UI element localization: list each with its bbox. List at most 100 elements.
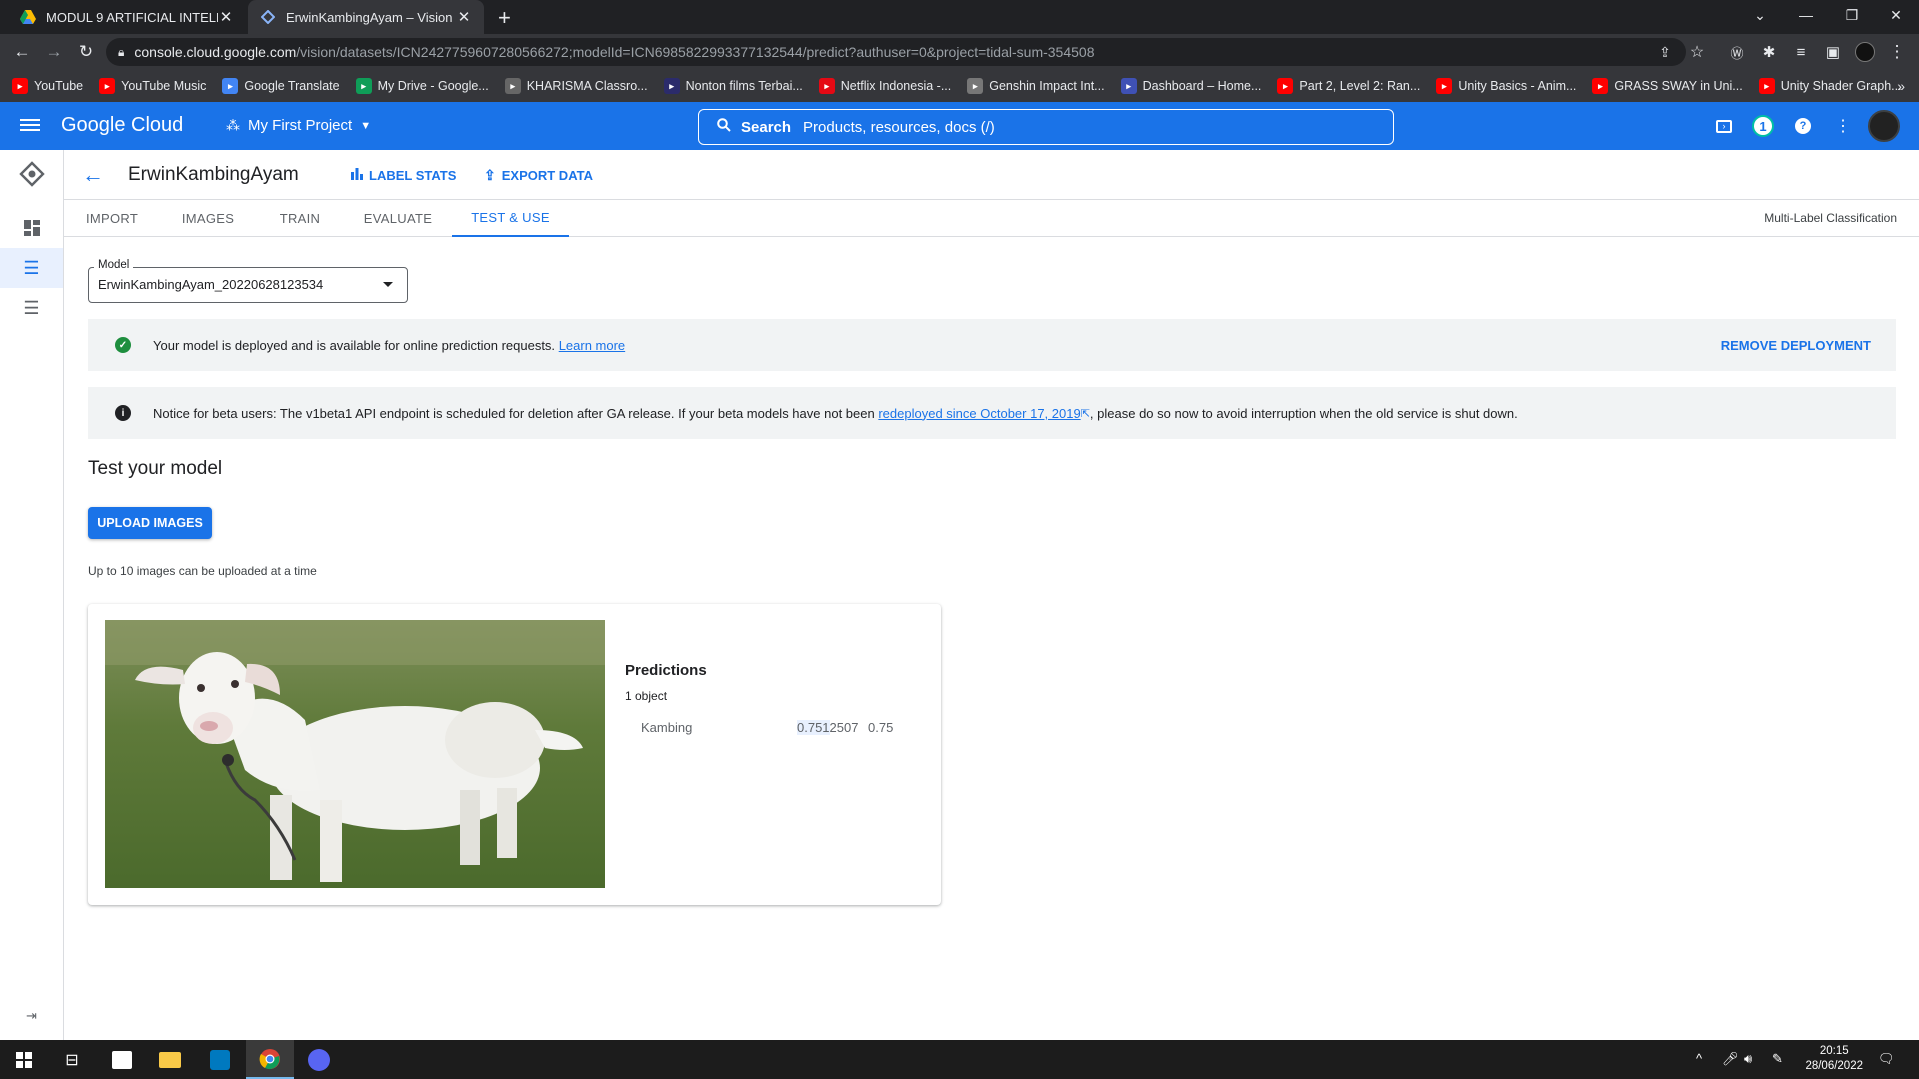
bookmark-item[interactable]: ▸ Unity Shader Graph... xyxy=(1758,78,1902,94)
reload-icon[interactable]: ↻ xyxy=(74,40,98,64)
tray-expand-icon[interactable]: ^ xyxy=(1696,1051,1702,1066)
bookmark-item[interactable]: ▸ KHARISMA Classro... xyxy=(504,78,648,94)
chrome-icon[interactable] xyxy=(246,1040,294,1079)
back-icon[interactable]: ← xyxy=(10,40,34,64)
models-list-icon[interactable]: ☰ xyxy=(0,288,63,328)
close-tab-icon[interactable]: ✕ xyxy=(456,8,472,26)
bookmark-item[interactable]: ▸ Google Translate xyxy=(222,78,340,94)
minimize-icon[interactable]: — xyxy=(1783,0,1829,30)
search-placeholder: Products, resources, docs (/) xyxy=(803,118,995,136)
pen-icon[interactable]: ✎ xyxy=(1772,1051,1783,1067)
profile-avatar[interactable] xyxy=(1853,40,1877,64)
bookmark-label: Netflix Indonesia -... xyxy=(840,79,952,93)
label-stats-button[interactable]: LABEL STATS xyxy=(351,167,456,183)
browser-tab-strip: MODUL 9 ARTIFICIAL INTELLIGEN ✕ ErwinKam… xyxy=(0,0,1919,34)
expand-rail-icon[interactable]: ⇥ xyxy=(26,1008,37,1024)
learn-more-link[interactable]: Learn more xyxy=(559,338,625,353)
search-bar[interactable]: Search Products, resources, docs (/) xyxy=(698,109,1394,145)
bookmark-item[interactable]: ▸ Unity Basics - Anim... xyxy=(1436,78,1576,94)
store-icon[interactable] xyxy=(108,1046,136,1074)
prediction-result-card: Predictions 1 object Kambing 0.7512507 0… xyxy=(88,604,941,905)
left-nav-rail: ☰ ☰ xyxy=(0,150,64,1040)
export-data-button[interactable]: ⇪ EXPORT DATA xyxy=(484,167,593,184)
share-icon[interactable]: ⇪ xyxy=(1653,40,1677,64)
discord-icon[interactable] xyxy=(305,1046,333,1074)
uploaded-goat-image xyxy=(105,620,605,888)
bookmark-item[interactable]: ▸ Part 2, Level 2: Ran... xyxy=(1277,78,1420,94)
bookmark-item[interactable]: ▸ YouTube Music xyxy=(99,78,206,94)
remove-deployment-button[interactable]: REMOVE DEPLOYMENT xyxy=(1721,338,1871,353)
tab-evaluate[interactable]: EVALUATE xyxy=(344,200,452,237)
prediction-score-rounded: 0.75 xyxy=(868,720,894,735)
bookmark-label: Genshin Impact Int... xyxy=(989,79,1105,93)
restore-icon[interactable]: ❐ xyxy=(1829,0,1875,30)
bookmark-item[interactable]: ▸ YouTube xyxy=(12,78,83,94)
dropdown-caret-icon[interactable] xyxy=(383,282,393,287)
bookmark-label: YouTube xyxy=(34,79,84,93)
redeploy-link[interactable]: redeployed since October 17, 2019 xyxy=(878,406,1080,421)
bookmark-item[interactable]: ▸ GRASS SWAY in Uni... xyxy=(1592,78,1743,94)
vision-icon xyxy=(260,9,276,25)
bookmark-label: Unity Shader Graph... xyxy=(1780,79,1902,93)
google-cloud-logo[interactable]: Google Cloud xyxy=(61,114,183,137)
export-icon: ⇪ xyxy=(484,167,496,183)
classification-type: Multi-Label Classification xyxy=(1764,211,1897,225)
bookmark-item[interactable]: ▸ Dashboard – Home... xyxy=(1120,78,1261,94)
windows-start-icon[interactable] xyxy=(10,1046,38,1074)
hamburger-menu-icon[interactable] xyxy=(20,116,40,136)
site-icon: ▸ xyxy=(663,78,680,94)
tab-train[interactable]: TRAIN xyxy=(256,200,344,237)
taskbar-clock[interactable]: 20:15 28/06/2022 xyxy=(1805,1044,1863,1074)
chevron-down-icon: ▼ xyxy=(360,119,372,132)
project-selector[interactable]: ⁂ My First Project ▼ xyxy=(226,117,371,134)
close-window-icon[interactable]: ✕ xyxy=(1873,0,1919,30)
dashboard-icon[interactable] xyxy=(0,208,63,248)
tab-search-icon[interactable]: ⌄ xyxy=(1737,0,1783,30)
netflix-icon: ▸ xyxy=(818,78,835,94)
vision-product-icon[interactable] xyxy=(0,154,63,194)
tab-test-and-use[interactable]: TEST & USE xyxy=(452,200,569,237)
export-data-label: EXPORT DATA xyxy=(501,168,593,183)
tab-import[interactable]: IMPORT xyxy=(64,200,160,237)
extensions-puzzle-icon[interactable]: ✱ xyxy=(1757,40,1781,64)
bookmark-item[interactable]: ▸ My Drive - Google... xyxy=(355,78,489,94)
help-icon[interactable]: ? xyxy=(1791,114,1815,138)
account-avatar[interactable] xyxy=(1868,110,1900,142)
microphone-icon[interactable]: 🎤︎ xyxy=(1722,1051,1739,1067)
more-options-icon[interactable]: ⋮ xyxy=(1831,114,1855,138)
youtube-icon: ▸ xyxy=(1758,78,1775,94)
task-view-icon[interactable]: ⊟ xyxy=(58,1046,86,1074)
volume-icon[interactable]: 🔊︎ xyxy=(1744,1051,1752,1067)
notifications-badge[interactable]: 1 xyxy=(1751,114,1775,138)
extension-w-icon[interactable]: Ⓦ xyxy=(1725,40,1749,64)
bookmarks-bar: ▸ YouTube ▸ YouTube Music ▸ Google Translate ▸… xyxy=(0,70,1919,102)
upload-images-button[interactable]: UPLOAD IMAGES xyxy=(88,507,212,539)
cloud-shell-icon[interactable]: › xyxy=(1712,114,1736,138)
action-center-icon[interactable]: 🗨︎ xyxy=(1878,1051,1895,1067)
browser-menu-icon[interactable]: ⋮ xyxy=(1885,40,1909,64)
back-arrow-icon[interactable]: ← xyxy=(82,162,104,188)
bookmark-item[interactable]: ▸ Nonton films Terbai... xyxy=(663,78,803,94)
test-model-heading: Test your model xyxy=(88,458,223,479)
tab-images[interactable]: IMAGES xyxy=(160,200,256,237)
file-explorer-icon[interactable] xyxy=(156,1046,184,1074)
bookmark-item[interactable]: ▸ Genshin Impact Int... xyxy=(967,78,1105,94)
media-queue-icon[interactable]: ≡ xyxy=(1789,40,1813,64)
info-icon: i xyxy=(115,405,131,421)
datasets-list-icon[interactable]: ☰ xyxy=(0,248,63,288)
prediction-score-rest: 2507 xyxy=(829,720,859,735)
bookmark-item[interactable]: ▸ Netflix Indonesia -... xyxy=(818,78,952,94)
address-bar[interactable]: 🔒︎ console.cloud.google.com /vision/data… xyxy=(106,38,1686,66)
browser-tab-vision[interactable]: ErwinKambingAyam – Vision – M ✕ xyxy=(248,0,484,34)
trello-icon[interactable] xyxy=(206,1046,234,1074)
more-bookmarks-icon[interactable]: » xyxy=(1897,78,1905,94)
bookmark-label: GRASS SWAY in Uni... xyxy=(1614,79,1743,93)
bookmark-label: My Drive - Google... xyxy=(377,79,489,93)
browser-tab-modul[interactable]: MODUL 9 ARTIFICIAL INTELLIGEN ✕ xyxy=(8,0,246,34)
forward-icon[interactable]: → xyxy=(42,40,66,64)
project-icon: ⁂ xyxy=(226,117,240,133)
bookmark-star-icon[interactable]: ☆ xyxy=(1685,40,1709,64)
side-panel-icon[interactable]: ▣ xyxy=(1821,40,1845,64)
close-tab-icon[interactable]: ✕ xyxy=(218,8,234,26)
new-tab-icon[interactable]: + xyxy=(498,5,511,31)
